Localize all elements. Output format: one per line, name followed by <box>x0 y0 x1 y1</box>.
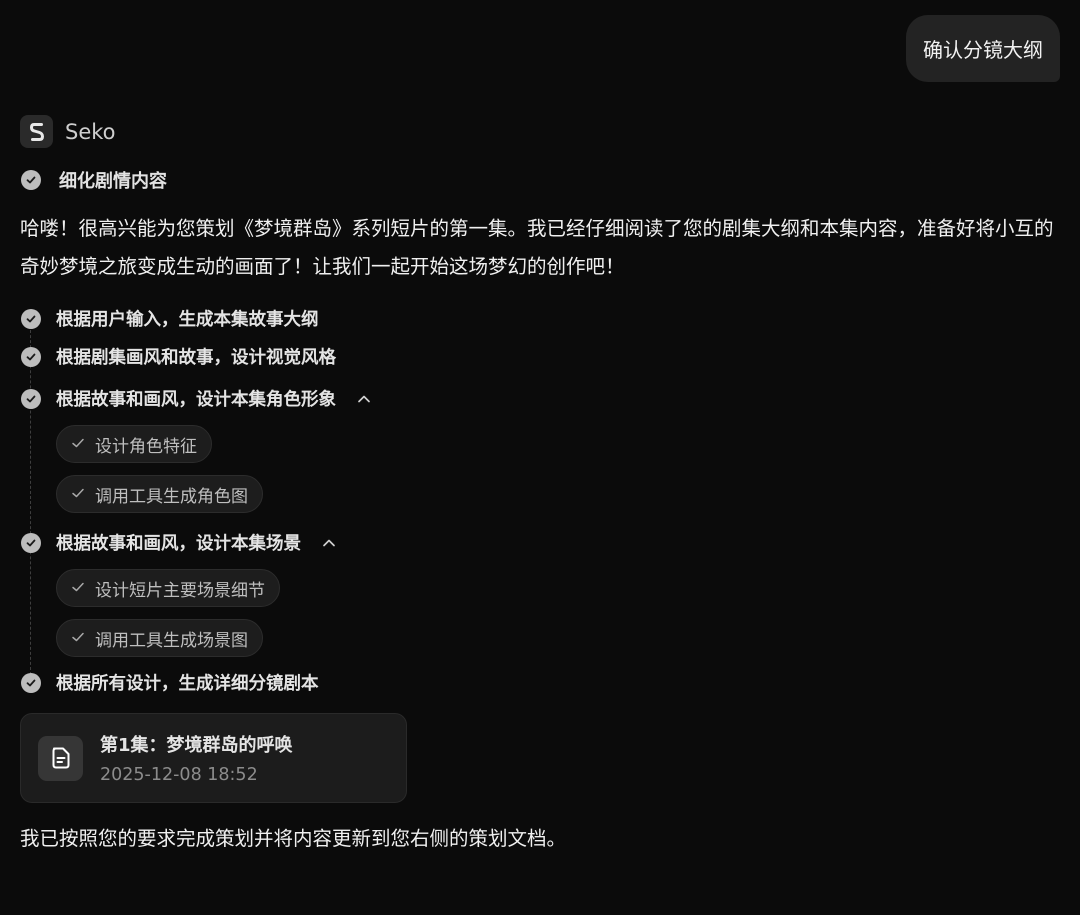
step-item-expanded[interactable]: 根据故事和画风，设计本集角色形象 <box>21 386 371 411</box>
top-step[interactable]: 细化剧情内容 <box>21 167 167 193</box>
document-icon <box>38 735 83 781</box>
substep-label: 调用工具生成角色图 <box>95 486 248 507</box>
checkmark-icon <box>71 484 85 504</box>
user-message-text: 确认分镜大纲 <box>923 38 1043 62</box>
check-circle-icon <box>21 672 41 693</box>
step-item[interactable]: 根据用户输入，生成本集故事大纲 <box>21 306 319 331</box>
substep-pill: 调用工具生成角色图 <box>56 475 263 513</box>
step-label: 根据所有设计，生成详细分镜剧本 <box>56 674 319 694</box>
document-info: 第1集：梦境群岛的呼唤 2025-12-08 18:52 <box>100 731 293 785</box>
chevron-up-icon[interactable] <box>357 394 371 404</box>
top-step-label: 细化剧情内容 <box>59 171 167 192</box>
step-item[interactable]: 根据剧集画风和故事，设计视觉风格 <box>21 344 336 369</box>
substep-label: 设计角色特征 <box>95 436 197 457</box>
assistant-name: Seko <box>65 119 116 144</box>
step-label: 根据故事和画风，设计本集场景 <box>56 534 301 554</box>
seko-logo-icon <box>20 115 53 148</box>
chevron-up-icon[interactable] <box>322 538 336 548</box>
document-card[interactable]: 第1集：梦境群岛的呼唤 2025-12-08 18:52 <box>20 713 407 803</box>
check-circle-icon <box>21 532 41 553</box>
checkmark-icon <box>71 578 85 598</box>
substep-label: 设计短片主要场景细节 <box>95 580 265 601</box>
step-label: 根据故事和画风，设计本集角色形象 <box>56 390 336 410</box>
checkmark-icon <box>71 628 85 648</box>
assistant-header: Seko <box>20 115 116 148</box>
timeline-connector <box>30 320 31 680</box>
substep-pill: 设计短片主要场景细节 <box>56 569 280 607</box>
chat-page: 确认分镜大纲 Seko 细化剧情内容 哈喽！很高兴能为您策划《梦境群岛》系列短片… <box>0 0 1080 915</box>
check-circle-icon <box>21 346 41 367</box>
substep-label: 调用工具生成场景图 <box>95 630 248 651</box>
check-circle-icon <box>21 308 41 329</box>
step-label: 根据用户输入，生成本集故事大纲 <box>56 310 319 330</box>
document-timestamp: 2025-12-08 18:52 <box>100 765 258 785</box>
step-item-expanded[interactable]: 根据故事和画风，设计本集场景 <box>21 530 336 555</box>
step-item[interactable]: 根据所有设计，生成详细分镜剧本 <box>21 670 319 695</box>
substep-pill: 设计角色特征 <box>56 425 212 463</box>
user-message-bubble: 确认分镜大纲 <box>906 15 1060 82</box>
document-title: 第1集：梦境群岛的呼唤 <box>100 735 293 756</box>
substep-pill: 调用工具生成场景图 <box>56 619 263 657</box>
intro-paragraph: 哈喽！很高兴能为您策划《梦境群岛》系列短片的第一集。我已经仔细阅读了您的剧集大纲… <box>20 217 1054 278</box>
checkmark-icon <box>71 434 85 454</box>
check-circle-icon <box>21 388 41 409</box>
closing-message: 我已按照您的要求完成策划并将内容更新到您右侧的策划文档。 <box>20 827 567 850</box>
step-label: 根据剧集画风和故事，设计视觉风格 <box>56 348 336 368</box>
check-circle-icon <box>21 170 41 190</box>
